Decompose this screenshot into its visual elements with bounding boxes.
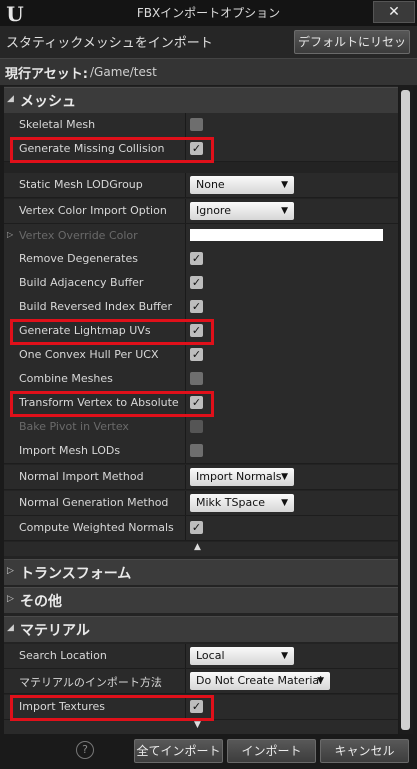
- build-adjacency-buffer-checkbox[interactable]: ✓: [190, 276, 203, 289]
- remove-degenerates-checkbox[interactable]: ✓: [190, 252, 203, 265]
- scrollbar-thumb[interactable]: [401, 90, 410, 730]
- row-combine-meshes: Combine Meshes: [4, 367, 398, 392]
- section-mesh-header[interactable]: ◢ メッシュ: [4, 87, 398, 113]
- row-label: Vertex Override Color: [19, 229, 138, 242]
- combine-meshes-checkbox[interactable]: [190, 372, 203, 385]
- one-convex-hull-per-ucx-checkbox[interactable]: ✓: [190, 348, 203, 361]
- row-label: Skeletal Mesh: [19, 118, 96, 131]
- dropdown-value: None: [196, 178, 225, 191]
- highlight-import-textures: [10, 695, 214, 721]
- current-asset-path: /Game/test: [90, 65, 157, 79]
- row-search-location: Search Location Local ▼: [4, 644, 398, 669]
- window-title: FBXインポートオプション: [136, 6, 281, 20]
- dropdown-value: Ignore: [196, 204, 231, 217]
- dialog-heading: スタティックメッシュをインポート: [6, 36, 213, 51]
- section-misc-label: その他: [20, 594, 62, 610]
- search-location-dropdown[interactable]: Local ▼: [190, 647, 294, 665]
- section-material-label: マテリアル: [20, 623, 90, 639]
- row-vertex-override-color: ▷ Vertex Override Color: [4, 224, 398, 249]
- collapse-arrow-icon: ◢: [7, 623, 14, 633]
- vertex-color-import-option-dropdown[interactable]: Ignore ▼: [190, 202, 294, 220]
- row-build-reversed-index-buffer: Build Reversed Index Buffer ✓: [4, 295, 398, 320]
- row-skeletal-mesh: Skeletal Mesh: [4, 113, 398, 138]
- skeletal-mesh-checkbox[interactable]: [190, 118, 203, 131]
- chevron-down-icon: ▼: [281, 651, 288, 661]
- highlight-generate-lightmap-uvs: [10, 319, 214, 345]
- collapse-arrow-icon: ◢: [7, 94, 14, 104]
- close-button[interactable]: ✕: [373, 1, 415, 23]
- advanced-collapse-toggle[interactable]: ▲: [4, 542, 398, 556]
- expand-arrow-icon[interactable]: ▷: [7, 230, 13, 239]
- row-static-mesh-lodgroup: Static Mesh LODGroup None ▼: [4, 173, 398, 198]
- chevron-down-icon: ▼: [281, 498, 288, 508]
- row-label: Static Mesh LODGroup: [19, 178, 143, 191]
- row-vertex-color-import-option: Vertex Color Import Option Ignore ▼: [4, 199, 398, 224]
- section-material-header[interactable]: ◢ マテリアル: [4, 616, 398, 642]
- row-label: One Convex Hull Per UCX: [19, 348, 159, 361]
- vertex-override-color-swatch[interactable]: [190, 229, 383, 241]
- row-label: Build Adjacency Buffer: [19, 276, 144, 289]
- row-normal-generation-method: Normal Generation Method Mikk TSpace ▼: [4, 491, 398, 516]
- row-label: Remove Degenerates: [19, 252, 138, 265]
- material-import-method-dropdown[interactable]: Do Not Create Material ▼: [190, 672, 330, 690]
- row-label: Build Reversed Index Buffer: [19, 300, 172, 313]
- static-mesh-lodgroup-dropdown[interactable]: None ▼: [190, 176, 294, 194]
- cancel-button[interactable]: キャンセル: [320, 739, 409, 763]
- chevron-down-icon: ▼: [281, 206, 288, 216]
- help-icon[interactable]: ?: [76, 741, 94, 759]
- dropdown-value: Import Normals: [196, 470, 282, 483]
- row-build-adjacency-buffer: Build Adjacency Buffer ✓: [4, 271, 398, 296]
- row-label: Compute Weighted Normals: [19, 521, 174, 534]
- row-material-import-method: マテリアルのインポート方法 Do Not Create Material ▼: [4, 669, 398, 694]
- row-label: マテリアルのインポート方法: [19, 676, 162, 689]
- row-label: Import Mesh LODs: [19, 444, 121, 457]
- reset-to-default-button[interactable]: デフォルトにリセット: [294, 30, 410, 71]
- row-spacer: [4, 162, 398, 172]
- import-mesh-lods-checkbox[interactable]: [190, 444, 203, 457]
- import-all-button[interactable]: 全てインポート: [134, 739, 223, 763]
- row-label: Normal Import Method: [19, 470, 144, 483]
- section-misc-header[interactable]: ▷ その他: [4, 587, 398, 613]
- chevron-down-icon: ▼: [281, 180, 288, 190]
- normal-generation-method-dropdown[interactable]: Mikk TSpace ▼: [190, 494, 294, 512]
- highlight-generate-missing-collision: [10, 137, 214, 163]
- bake-pivot-in-vertex-checkbox[interactable]: [190, 420, 203, 433]
- compute-weighted-normals-checkbox[interactable]: ✓: [190, 521, 203, 534]
- dropdown-value: Do Not Create Material: [196, 674, 323, 687]
- row-import-mesh-lods: Import Mesh LODs: [4, 439, 398, 464]
- row-compute-weighted-normals: Compute Weighted Normals ✓: [4, 516, 398, 541]
- section-transform-header[interactable]: ▷ トランスフォーム: [4, 559, 398, 585]
- expand-arrow-icon: ▷: [7, 594, 14, 604]
- section-mesh-label: メッシュ: [20, 94, 76, 110]
- import-button[interactable]: インポート: [227, 739, 316, 763]
- dropdown-value: Local: [196, 649, 225, 662]
- advanced-expand-toggle[interactable]: ▼: [4, 720, 398, 734]
- section-transform-label: トランスフォーム: [20, 566, 132, 582]
- row-remove-degenerates: Remove Degenerates ✓: [4, 247, 398, 272]
- expand-down-icon: ▼: [194, 720, 201, 730]
- dropdown-value: Mikk TSpace: [196, 496, 266, 509]
- row-label: Search Location: [19, 649, 107, 662]
- row-label: Combine Meshes: [19, 372, 113, 385]
- current-asset-bar: 現行アセット: /Game/test: [0, 58, 417, 86]
- row-label: Normal Generation Method: [19, 496, 169, 509]
- dialog-header: スタティックメッシュをインポート デフォルトにリセット: [0, 26, 417, 71]
- row-normal-import-method: Normal Import Method Import Normals ▼: [4, 465, 398, 490]
- normal-import-method-dropdown[interactable]: Import Normals ▼: [190, 468, 294, 486]
- chevron-down-icon: ▼: [281, 472, 288, 482]
- row-label: Bake Pivot in Vertex: [19, 420, 129, 433]
- row-bake-pivot-in-vertex: Bake Pivot in Vertex: [4, 415, 398, 440]
- collapse-up-icon: ▲: [194, 542, 201, 552]
- chevron-down-icon: ▼: [317, 676, 324, 686]
- row-one-convex-hull-per-ucx: One Convex Hull Per UCX ✓: [4, 343, 398, 368]
- row-label: Vertex Color Import Option: [19, 204, 167, 217]
- build-reversed-index-buffer-checkbox[interactable]: ✓: [190, 300, 203, 313]
- current-asset-label: 現行アセット:: [5, 67, 88, 82]
- highlight-transform-vertex-to-absolute: [10, 391, 214, 417]
- expand-arrow-icon: ▷: [7, 566, 14, 576]
